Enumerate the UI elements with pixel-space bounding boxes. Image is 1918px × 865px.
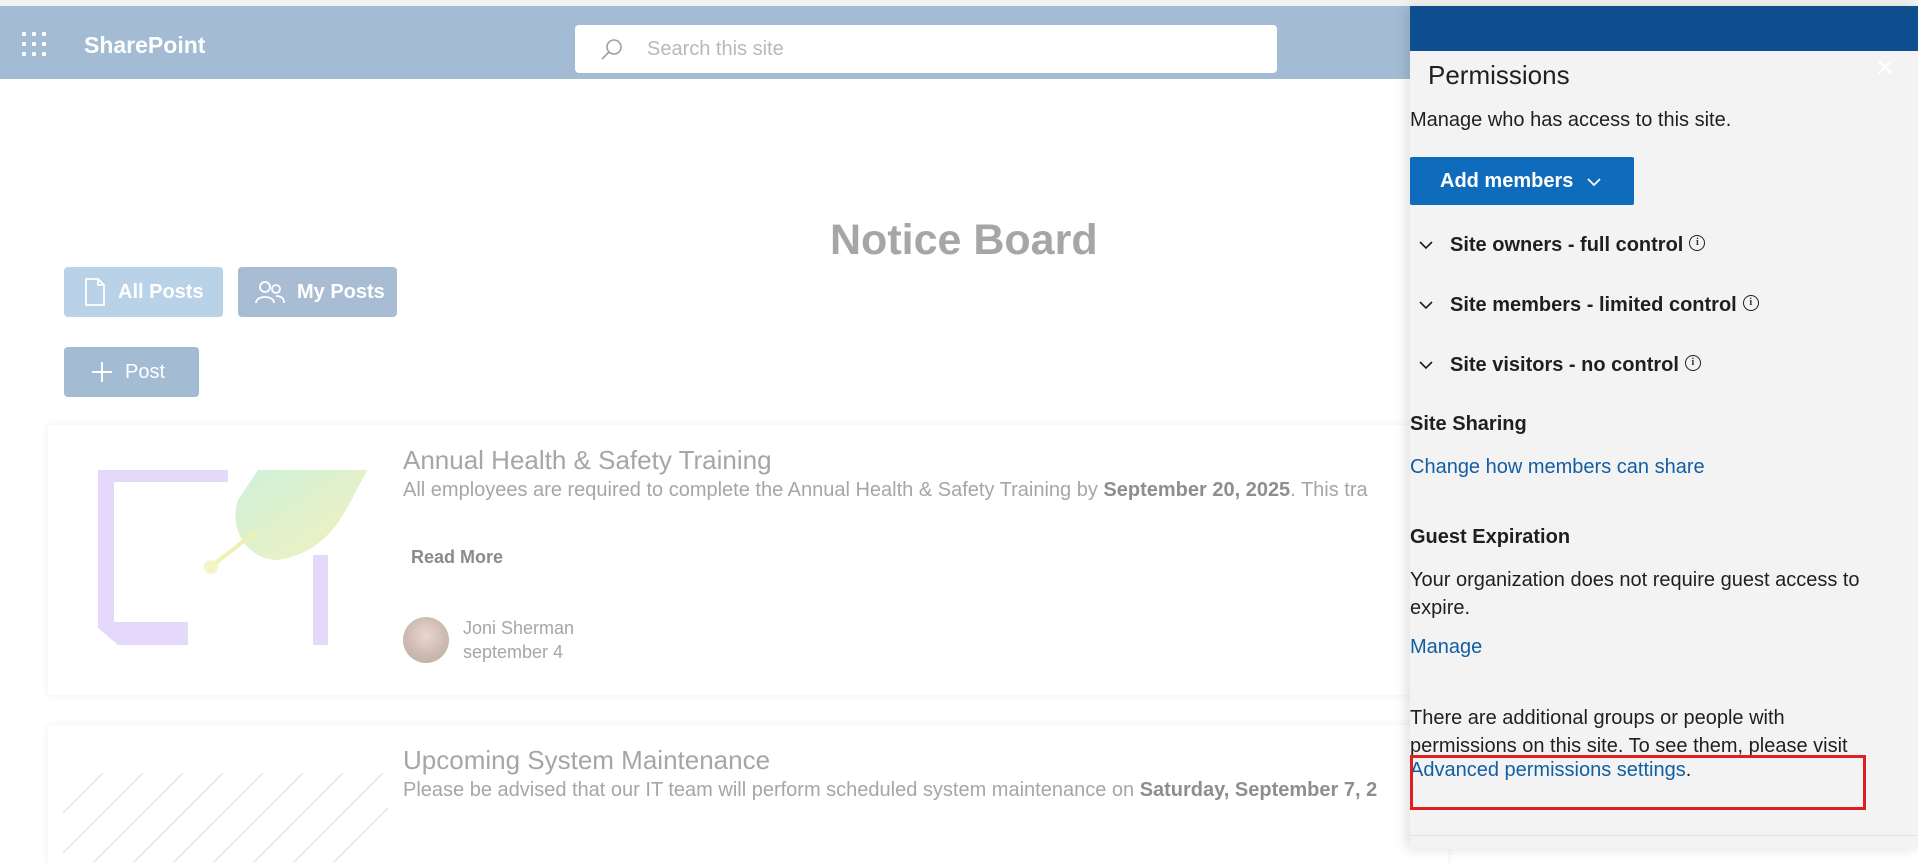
post-date: september 4	[463, 642, 564, 662]
panel-header-bar	[1410, 6, 1918, 51]
info-icon[interactable]: i	[1689, 235, 1706, 251]
post-thumbnail	[98, 470, 368, 645]
all-posts-button[interactable]: All Posts	[64, 267, 223, 317]
author-name: Joni Sherman	[463, 618, 575, 638]
guest-expiration-heading: Guest Expiration	[1410, 526, 1571, 548]
site-sharing-heading: Site Sharing	[1410, 413, 1527, 435]
panel-divider	[1410, 835, 1918, 836]
info-icon[interactable]: i	[1684, 355, 1701, 371]
all-posts-label: All Posts	[118, 280, 204, 303]
close-icon[interactable]: ✕	[1875, 54, 1895, 83]
info-icon[interactable]: i	[1742, 295, 1759, 311]
permissions-panel: ✕ Permissions Manage who has access to t…	[1410, 6, 1918, 849]
group-site-members[interactable]: Site members - limited control i	[1410, 290, 1759, 320]
add-members-label: Add members	[1440, 169, 1574, 192]
group-label: Site members - limited control	[1450, 293, 1737, 316]
new-post-label: Post	[125, 360, 166, 383]
new-post-button[interactable]: Post	[64, 347, 199, 397]
search-icon	[601, 39, 622, 60]
manage-link[interactable]: Manage	[1410, 636, 1482, 659]
group-site-visitors[interactable]: Site visitors - no control i	[1410, 350, 1701, 380]
page-title: Notice Board	[830, 216, 1098, 264]
chevron-down-icon	[1587, 177, 1602, 186]
highlight-box	[1410, 755, 1866, 810]
post-title[interactable]: Upcoming System Maintenance	[403, 745, 770, 776]
app-name[interactable]: SharePoint	[84, 32, 205, 59]
add-members-button[interactable]: Add members	[1410, 157, 1634, 205]
post-card[interactable]: Upcoming System Maintenance Please be ad…	[48, 725, 1448, 865]
read-more-link[interactable]: Read More	[411, 547, 503, 568]
panel-subtitle: Manage who has access to this site.	[1410, 109, 1732, 131]
change-sharing-link[interactable]: Change how members can share	[1410, 456, 1705, 479]
chevron-down-icon	[1419, 240, 1433, 249]
plus-icon	[92, 362, 112, 382]
post-excerpt: All employees are required to complete t…	[403, 479, 1368, 501]
group-site-owners[interactable]: Site owners - full control i	[1410, 230, 1706, 260]
chevron-down-icon	[1419, 360, 1433, 369]
group-label: Site owners - full control	[1450, 233, 1684, 256]
search-placeholder: Search this site	[647, 38, 784, 60]
people-icon	[255, 281, 285, 304]
panel-title: Permissions	[1428, 60, 1570, 90]
group-label: Site visitors - no control	[1450, 353, 1679, 376]
post-card[interactable]: Annual Health & Safety Training All empl…	[48, 425, 1448, 695]
my-posts-label: My Posts	[297, 280, 385, 303]
avatar	[403, 617, 449, 663]
additional-permissions-text: There are additional groups or people wi…	[1410, 707, 1848, 757]
search-input[interactable]: Search this site	[575, 25, 1277, 73]
guest-expiration-text: Your organization does not require guest…	[1410, 569, 1860, 619]
post-thumbnail	[63, 773, 388, 863]
my-posts-button[interactable]: My Posts	[238, 267, 397, 317]
app-launcher-icon[interactable]	[22, 32, 48, 58]
document-icon	[85, 278, 105, 306]
chevron-down-icon	[1419, 300, 1433, 309]
post-title[interactable]: Annual Health & Safety Training	[403, 445, 772, 476]
post-excerpt: Please be advised that our IT team will …	[403, 779, 1378, 801]
